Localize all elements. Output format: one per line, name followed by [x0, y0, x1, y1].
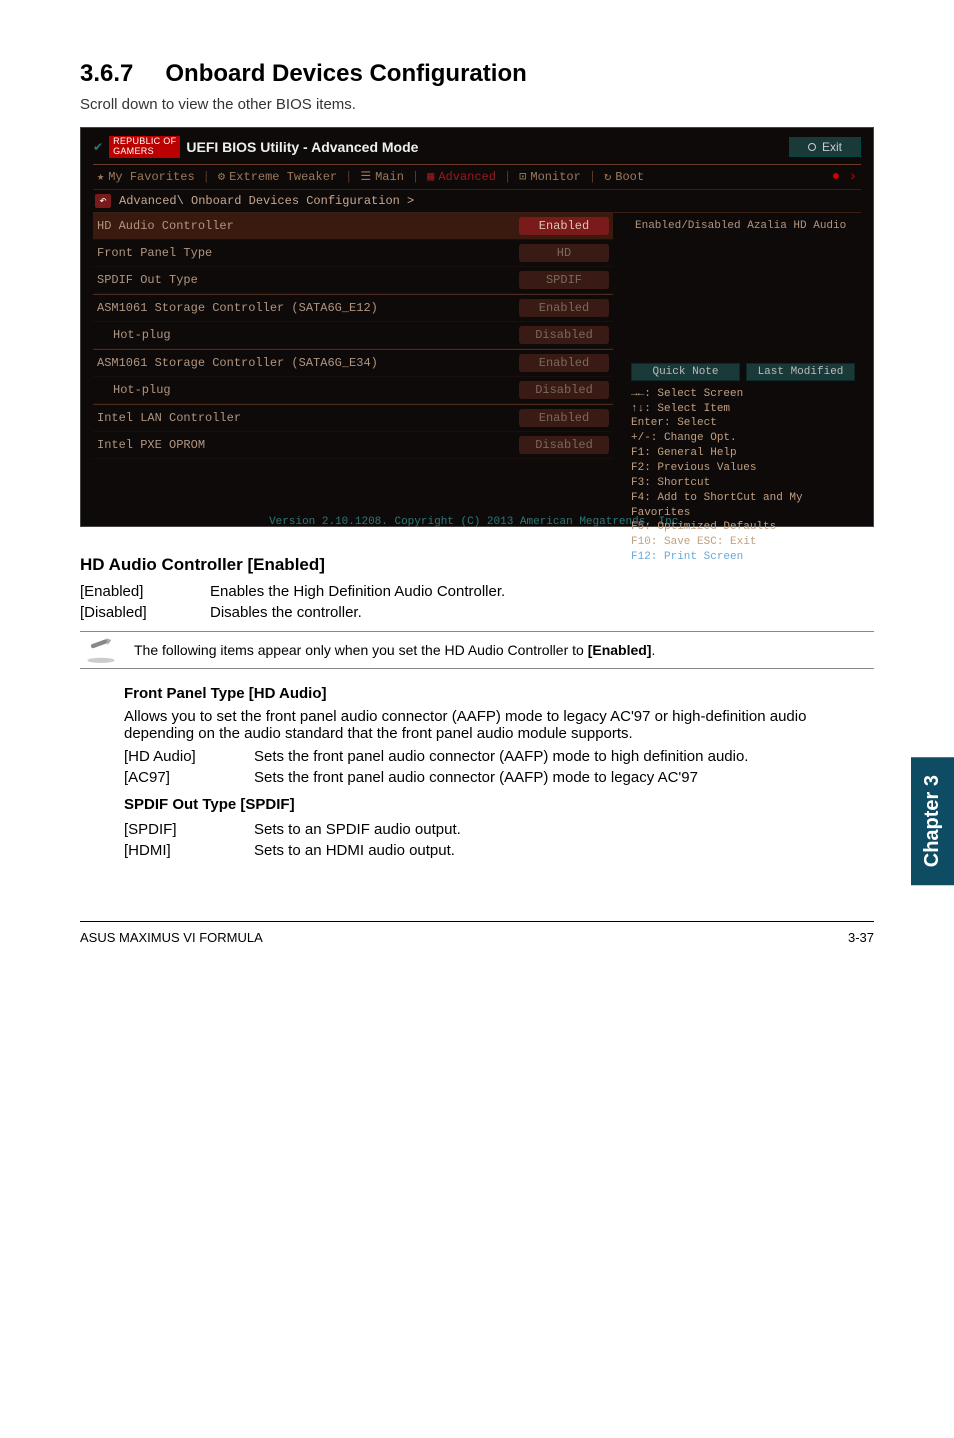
option-key: [AC97]	[124, 767, 254, 788]
key-legend: →←: Select Screen ↑↓: Select Item Enter:…	[631, 387, 855, 565]
menu-advanced[interactable]: ▦ Advanced	[427, 169, 496, 184]
note-text: The following items appear only when you…	[134, 642, 655, 658]
value-pill[interactable]: Disabled	[519, 436, 609, 454]
bios-screenshot: ✔ REPUBLIC OFGAMERS UEFI BIOS Utility - …	[80, 127, 874, 527]
footer-product: ASUS MAXIMUS VI FORMULA	[80, 930, 263, 945]
row-hotplug-1[interactable]: Hot-plug Disabled	[93, 322, 613, 349]
row-label: HD Audio Controller	[97, 219, 519, 233]
menu-favorites[interactable]: ★ My Favorites	[97, 169, 195, 184]
value-pill[interactable]: Enabled	[519, 217, 609, 235]
row-label: ASM1061 Storage Controller (SATA6G_E34)	[97, 356, 519, 370]
value-pill[interactable]: HD	[519, 244, 609, 262]
option-desc: Sets to an HDMI audio output.	[254, 840, 461, 861]
bios-title: UEFI BIOS Utility - Advanced Mode	[186, 139, 418, 155]
front-panel-body: Allows you to set the front panel audio …	[124, 708, 874, 742]
section-title-text: Onboard Devices Configuration	[165, 60, 526, 87]
row-label: Intel PXE OPROM	[97, 438, 519, 452]
option-key: [Disabled]	[80, 602, 210, 623]
value-pill[interactable]: Enabled	[519, 409, 609, 427]
bios-titlebar: ✔ REPUBLIC OFGAMERS UEFI BIOS Utility - …	[93, 136, 861, 158]
row-label: Front Panel Type	[97, 246, 519, 260]
option-desc: Sets to an SPDIF audio output.	[254, 819, 461, 840]
footer-page-number: 3-37	[848, 930, 874, 945]
note-box: The following items appear only when you…	[80, 631, 874, 669]
row-label: Hot-plug	[97, 383, 519, 397]
row-hd-audio[interactable]: HD Audio Controller Enabled	[93, 213, 613, 240]
back-icon[interactable]: ↶	[95, 194, 111, 208]
option-desc: Enables the High Definition Audio Contro…	[210, 581, 505, 602]
rog-logo: REPUBLIC OFGAMERS	[109, 136, 180, 158]
bios-menubar: ★ My Favorites| ⚙ Extreme Tweaker| ☰ Mai…	[93, 164, 861, 190]
help-description: Enabled/Disabled Azalia HD Audio	[635, 219, 855, 233]
value-pill[interactable]: Disabled	[519, 381, 609, 399]
menu-monitor[interactable]: ⊡ Monitor	[519, 169, 581, 184]
section-number: 3.6.7	[80, 60, 133, 88]
row-asm1061-e12[interactable]: ASM1061 Storage Controller (SATA6G_E12) …	[93, 294, 613, 322]
note-pencil-icon	[84, 638, 118, 664]
last-modified-button[interactable]: Last Modified	[746, 363, 855, 381]
spdif-heading: SPDIF Out Type [SPDIF]	[124, 796, 874, 813]
front-panel-options: [HD Audio] Sets the front panel audio co…	[124, 746, 748, 788]
power-icon	[808, 143, 816, 151]
row-label: SPDIF Out Type	[97, 273, 519, 287]
bios-breadcrumb: ↶ Advanced\ Onboard Devices Configuratio…	[93, 190, 861, 212]
chapter-tab: Chapter 3	[911, 757, 954, 885]
menu-boot[interactable]: ↻ Boot	[604, 169, 644, 184]
exit-button[interactable]: Exit	[789, 137, 861, 157]
menu-tweaker[interactable]: ⚙ Extreme Tweaker	[218, 169, 337, 184]
section-heading: 3.6.7 Onboard Devices Configuration	[80, 60, 874, 88]
option-key: [SPDIF]	[124, 819, 254, 840]
scroll-note: Scroll down to view the other BIOS items…	[80, 96, 874, 113]
row-label: ASM1061 Storage Controller (SATA6G_E12)	[97, 301, 519, 315]
option-desc: Sets the front panel audio connector (AA…	[254, 746, 748, 767]
front-panel-heading: Front Panel Type [HD Audio]	[124, 685, 874, 702]
value-pill[interactable]: Enabled	[519, 299, 609, 317]
option-key: [Enabled]	[80, 581, 210, 602]
breadcrumb-text: Advanced\ Onboard Devices Configuration …	[119, 194, 414, 208]
row-pxe[interactable]: Intel PXE OPROM Disabled	[93, 432, 613, 459]
row-asm1061-e34[interactable]: ASM1061 Storage Controller (SATA6G_E34) …	[93, 349, 613, 377]
menu-main[interactable]: ☰ Main	[360, 169, 404, 184]
value-pill[interactable]: SPDIF	[519, 271, 609, 289]
row-hotplug-2[interactable]: Hot-plug Disabled	[93, 377, 613, 404]
quick-note-button[interactable]: Quick Note	[631, 363, 740, 381]
row-lan[interactable]: Intel LAN Controller Enabled	[93, 404, 613, 432]
spdif-options: [SPDIF] Sets to an SPDIF audio output. […	[124, 819, 461, 861]
option-key: [HD Audio]	[124, 746, 254, 767]
row-label: Intel LAN Controller	[97, 411, 519, 425]
value-pill[interactable]: Enabled	[519, 354, 609, 372]
row-front-panel[interactable]: Front Panel Type HD	[93, 240, 613, 267]
option-key: [HDMI]	[124, 840, 254, 861]
row-spdif[interactable]: SPDIF Out Type SPDIF	[93, 267, 613, 294]
bios-settings-panel: HD Audio Controller Enabled Front Panel …	[93, 213, 621, 512]
value-pill[interactable]: Disabled	[519, 326, 609, 344]
page-footer: ASUS MAXIMUS VI FORMULA 3-37	[80, 921, 874, 945]
option-desc: Sets the front panel audio connector (AA…	[254, 767, 748, 788]
bios-help-panel: Enabled/Disabled Azalia HD Audio Quick N…	[621, 213, 861, 512]
hd-audio-options: [Enabled] Enables the High Definition Au…	[80, 581, 505, 623]
option-desc: Disables the controller.	[210, 602, 505, 623]
menu-more-icon[interactable]: ● ›	[832, 169, 857, 185]
window-check-icon: ✔	[93, 140, 103, 154]
row-label: Hot-plug	[97, 328, 519, 342]
